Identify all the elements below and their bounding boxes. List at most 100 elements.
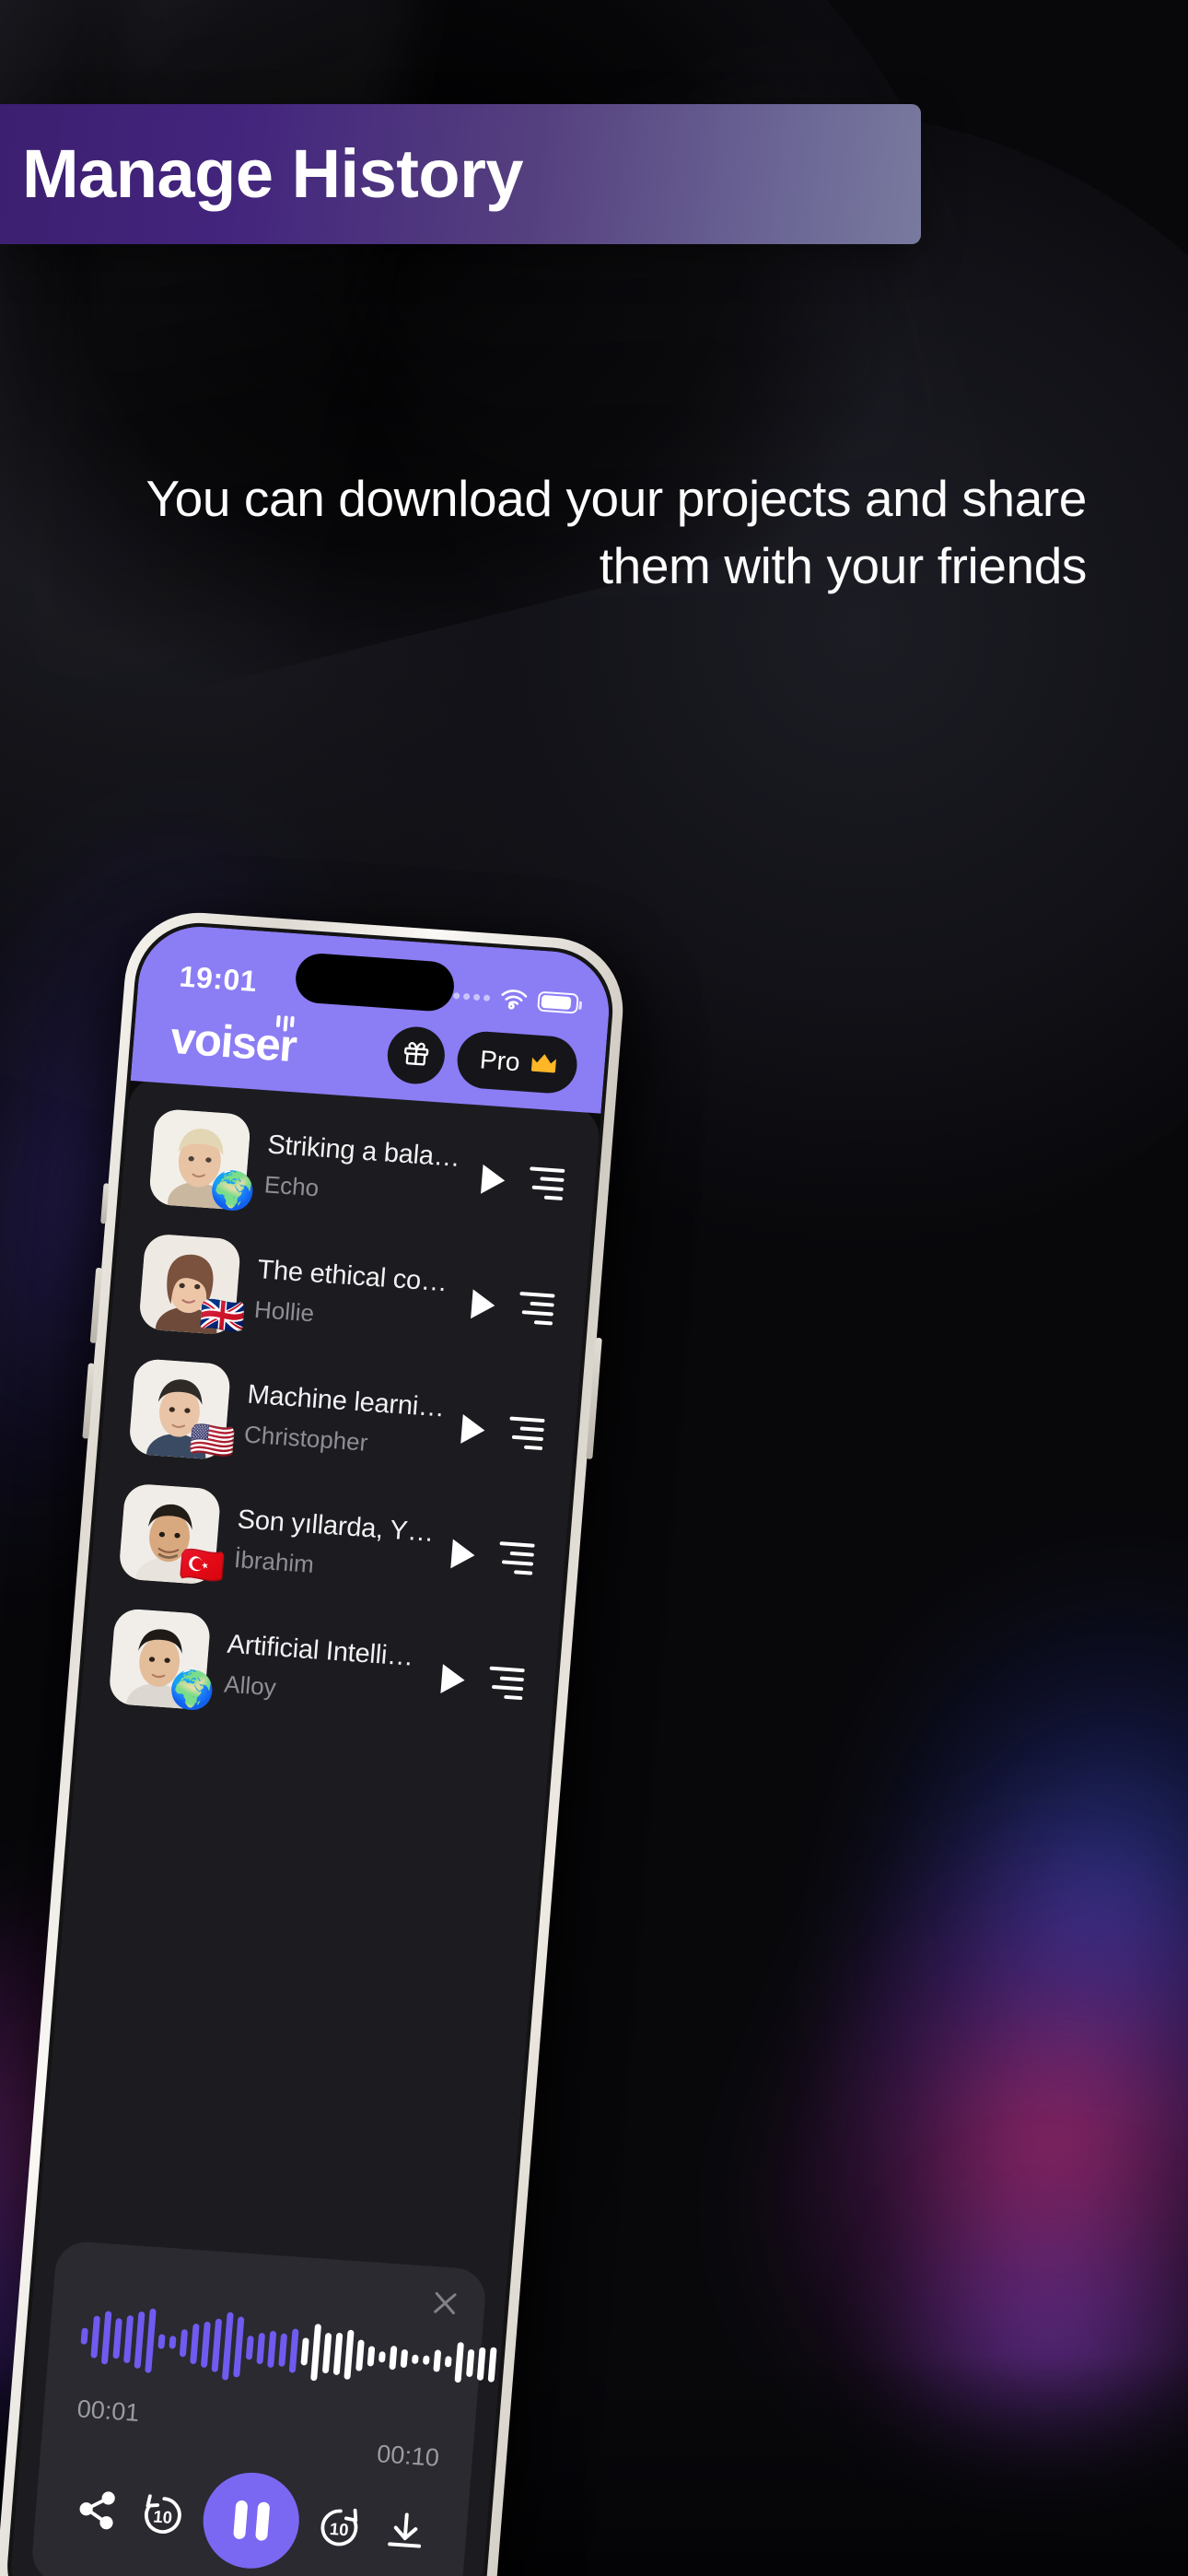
text-lines-icon[interactable]	[507, 1416, 545, 1451]
pause-button[interactable]	[199, 2469, 303, 2572]
waveform-bar	[145, 2308, 157, 2373]
waveform-bar	[332, 2332, 344, 2376]
waveform-bar	[157, 2334, 166, 2349]
avatar-wrapper: 🌍	[147, 1107, 257, 1213]
waveform-bar	[310, 2324, 322, 2382]
play-icon[interactable]	[481, 1164, 507, 1196]
play-icon[interactable]	[460, 1413, 486, 1446]
pro-button[interactable]: Pro	[455, 1029, 579, 1095]
waveform-bar	[211, 2318, 223, 2372]
download-icon[interactable]	[378, 2504, 433, 2559]
waveform-bar	[90, 2315, 100, 2359]
dynamic-island	[294, 952, 457, 1013]
banner: Manage History	[0, 104, 921, 244]
app-header: 19:01 voiser Pro	[130, 922, 614, 1114]
current-time: 00:01	[76, 2395, 141, 2427]
audio-player: 00:01 00:10 10 10	[29, 2240, 585, 2576]
list-item-text: Machine learning, a subset of ... Christ…	[243, 1379, 446, 1462]
text-lines-icon[interactable]	[528, 1166, 565, 1200]
waveform-bar	[100, 2311, 112, 2365]
waveform-bar	[476, 2347, 486, 2381]
avatar-wrapper: 🇺🇸	[128, 1358, 237, 1463]
waveform-bar	[288, 2328, 299, 2373]
gift-icon	[402, 1038, 432, 1072]
waveform-bar	[278, 2333, 288, 2367]
gift-button[interactable]	[385, 1025, 448, 1086]
svg-text:10: 10	[329, 2519, 349, 2539]
waveform-bar	[200, 2321, 211, 2369]
text-lines-icon[interactable]	[487, 1666, 525, 1701]
waveform-bar	[422, 2355, 430, 2365]
list-item-actions	[460, 1413, 545, 1451]
header-actions: Pro	[385, 1025, 579, 1095]
waveform-bar	[169, 2336, 177, 2349]
avatar-wrapper: 🇹🇷	[118, 1482, 227, 1587]
signal-dots-icon	[452, 991, 491, 1001]
waveform-bar	[245, 2336, 254, 2360]
play-icon[interactable]	[450, 1539, 476, 1571]
player-controls: 10 10	[60, 2460, 442, 2576]
waveform-bar	[256, 2332, 266, 2365]
waveform-bar	[179, 2329, 189, 2358]
waveform-bar	[321, 2332, 332, 2374]
list-item-actions	[440, 1663, 525, 1701]
waveform-bar	[134, 2311, 146, 2370]
waveform-bar	[112, 2318, 122, 2359]
share-icon[interactable]	[69, 2482, 124, 2537]
list-item-voice: Hollie	[253, 1294, 316, 1327]
play-icon[interactable]	[440, 1664, 466, 1695]
waveform[interactable]	[78, 2294, 585, 2405]
list-item-text: Son yıllarda, YZ'nin bir alt dalı ... İb…	[233, 1504, 437, 1587]
waveform-bar	[233, 2316, 245, 2378]
rewind-10-icon[interactable]: 10	[135, 2487, 191, 2542]
waveform-bar	[400, 2348, 409, 2369]
waveform-bar	[344, 2329, 355, 2380]
close-icon[interactable]	[428, 2287, 462, 2320]
waveform-bar	[367, 2346, 376, 2367]
list-item-actions	[450, 1539, 535, 1575]
avatar-wrapper: 🌍	[108, 1608, 216, 1713]
list-item-voice: İbrahim	[233, 1544, 316, 1578]
player-times: 00:01 00:10	[68, 2395, 448, 2473]
list-item-text: Striking a balance between inn... Echo	[263, 1130, 467, 1212]
waveform-bar	[221, 2312, 234, 2381]
total-time: 00:10	[376, 2440, 441, 2472]
svg-text:10: 10	[153, 2507, 173, 2527]
page-title: Manage History	[22, 135, 524, 212]
logo-tick-marks-icon	[275, 1014, 295, 1032]
list-item-title: Artificial Intelligence (AI) stand...	[226, 1629, 426, 1674]
list-item-actions	[471, 1288, 555, 1326]
history-list: 🌍 Striking a balance between inn... Echo	[79, 1083, 600, 1749]
list-item-text: Artificial Intelligence (AI) stand... Al…	[223, 1629, 426, 1712]
waveform-bar	[122, 2314, 134, 2364]
waveform-bar	[520, 2350, 530, 2383]
list-item-voice: Alloy	[223, 1669, 277, 1701]
waveform-bar	[378, 2351, 386, 2363]
avatar-wrapper: 🇬🇧	[138, 1233, 247, 1338]
list-item-title: Son yıllarda, YZ'nin bir alt dalı ...	[236, 1504, 437, 1549]
list-item-title: The ethical considerations surr...	[256, 1254, 457, 1299]
waveform-bar	[411, 2354, 419, 2365]
text-lines-icon[interactable]	[518, 1291, 555, 1326]
subtitle: You can download your projects and share…	[146, 470, 1087, 594]
wifi-icon	[499, 989, 529, 1011]
waveform-bar	[433, 2349, 442, 2372]
voiser-logo: voiser	[169, 1013, 297, 1071]
status-indicators	[452, 985, 579, 1014]
text-lines-icon[interactable]	[497, 1541, 535, 1575]
waveform-bar	[300, 2337, 309, 2366]
waveform-bar	[389, 2345, 398, 2371]
status-time: 19:01	[178, 958, 259, 998]
crown-icon	[528, 1049, 559, 1080]
waveform-bar	[465, 2348, 475, 2378]
list-item-actions	[481, 1164, 565, 1200]
list-item-title: Striking a balance between inn...	[266, 1130, 467, 1174]
waveform-bar	[454, 2341, 464, 2383]
battery-icon	[537, 990, 579, 1014]
forward-10-icon[interactable]: 10	[311, 2500, 367, 2555]
waveform-bar	[444, 2356, 452, 2368]
play-icon[interactable]	[471, 1289, 496, 1321]
waveform-bar	[498, 2352, 508, 2379]
pro-label: Pro	[478, 1045, 521, 1077]
waveform-bar	[267, 2330, 277, 2369]
